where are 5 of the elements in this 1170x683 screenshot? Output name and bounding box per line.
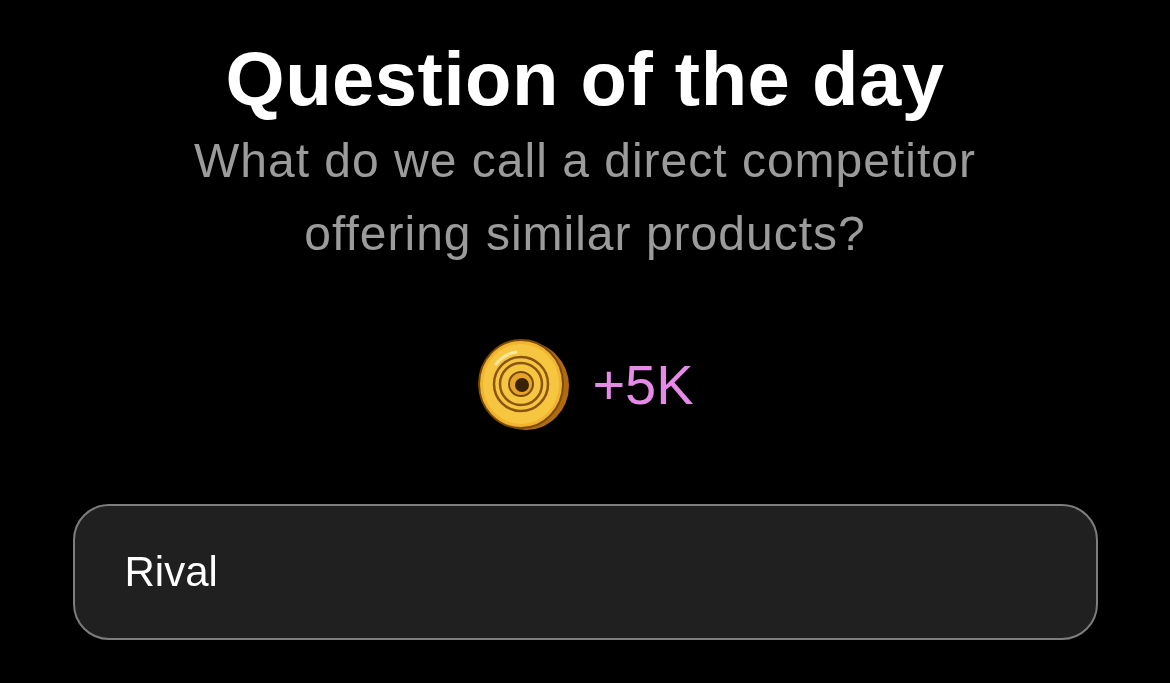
- answer-field[interactable]: Rival: [72, 504, 1098, 640]
- coin-icon: [476, 338, 571, 432]
- title: Question of the day: [225, 36, 945, 122]
- question-text: What do we call a direct competitor offering similar products?: [193, 133, 977, 262]
- reward-amount: +5K: [592, 353, 694, 417]
